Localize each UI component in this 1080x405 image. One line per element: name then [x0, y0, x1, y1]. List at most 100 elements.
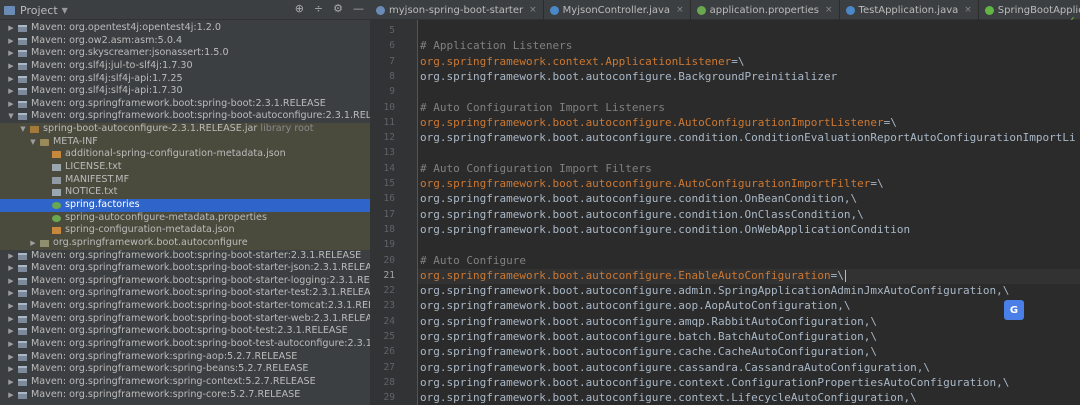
tree-item[interactable]: ▶ Maven: org.springframework.boot:spring-…: [0, 313, 370, 326]
editor-tab[interactable]: SpringBootApplication.class×: [979, 0, 1080, 20]
close-icon[interactable]: ×: [964, 5, 972, 15]
chevron-right-icon[interactable]: ▶: [7, 351, 15, 364]
close-icon[interactable]: ×: [825, 5, 833, 15]
tree-item[interactable]: ▶ Maven: org.slf4j:slf4j-api:1.7.30: [0, 85, 370, 98]
tree-item-label: Maven: org.springframework:spring-core:5…: [31, 388, 301, 400]
line-number: 6: [389, 40, 395, 52]
chevron-right-icon[interactable]: ▶: [7, 60, 15, 73]
chevron-right-icon[interactable]: ▶: [7, 250, 15, 263]
chevron-right-icon[interactable]: ▶: [7, 313, 15, 326]
lib-icon: [18, 50, 27, 58]
json-icon: [52, 227, 61, 235]
code-line: org.springframework.context.ApplicationL…: [420, 54, 745, 68]
chevron-right-icon[interactable]: ▶: [7, 73, 15, 86]
chevron-right-icon[interactable]: ▶: [29, 237, 37, 250]
chevron-right-icon[interactable]: ▶: [7, 275, 15, 288]
tree-item[interactable]: spring.factories: [0, 198, 370, 212]
code-line: org.springframework.boot.autoconfigure.c…: [420, 131, 1076, 145]
tree-item[interactable]: ▶ Maven: org.springframework:spring-core:…: [0, 389, 370, 402]
chevron-right-icon[interactable]: ▶: [7, 47, 15, 60]
code-line: org.springframework.boot.autoconfigure.A…: [420, 177, 884, 190]
tree-item[interactable]: ▶ Maven: org.springframework:spring-conte…: [0, 376, 370, 389]
editor-tab[interactable]: application.properties ×: [691, 0, 840, 20]
tree-item[interactable]: ▼ spring-boot-autoconfigure-2.3.1.RELEASE…: [0, 123, 370, 136]
project-panel-header[interactable]: Project ▼ ⊕ ÷ ⚙ —: [0, 0, 370, 20]
tree-item-label: Maven: org.springframework.boot:spring-b…: [31, 262, 370, 274]
chevron-right-icon[interactable]: ▶: [7, 338, 15, 351]
translate-icon[interactable]: G: [1004, 300, 1024, 320]
chevron-right-icon[interactable]: ▶: [7, 363, 15, 376]
tree-item[interactable]: ▶ Maven: org.springframework.boot:spring-…: [0, 287, 370, 300]
code-line: org.springframework.boot.autoconfigure.B…: [420, 69, 838, 83]
chevron-right-icon[interactable]: ▶: [7, 98, 15, 111]
tree-item[interactable]: ▶ Maven: org.springframework.boot:spring-…: [0, 250, 370, 263]
line-number: 21: [383, 269, 395, 281]
tree-item[interactable]: ▶ Maven: org.skyscreamer:jsonassert:1.5.0: [0, 47, 370, 60]
tree-item[interactable]: ▶ Maven: org.ow2.asm:asm:5.0.4: [0, 35, 370, 48]
close-icon[interactable]: ×: [676, 5, 684, 15]
lib-icon: [18, 75, 27, 83]
tree-item[interactable]: ▶ Maven: org.slf4j:slf4j-api:1.7.25: [0, 73, 370, 86]
tree-item[interactable]: LICENSE.txt: [0, 161, 370, 174]
project-tree[interactable]: ▶ Maven: org.opentest4j:opentest4j:1.2.0 ▶…: [0, 20, 370, 405]
tree-item[interactable]: ▶ Maven: org.springframework.boot:spring-…: [0, 262, 370, 275]
tree-item[interactable]: ▶ Maven: org.springframework:spring-aop:5…: [0, 351, 370, 364]
tree-item[interactable]: ▶ Maven: org.springframework.boot:spring-…: [0, 325, 370, 338]
chevron-right-icon[interactable]: ▶: [7, 85, 15, 98]
tree-item[interactable]: ▶ org.springframework.boot.autoconfigure: [0, 236, 370, 250]
chevron-right-icon[interactable]: ▶: [7, 287, 15, 300]
chevron-down-icon[interactable]: ▼: [19, 123, 27, 136]
chevron-down-icon[interactable]: ▼: [7, 110, 15, 123]
lib-icon: [18, 25, 27, 32]
lib-icon: [18, 391, 27, 399]
tree-item[interactable]: ▶ Maven: org.slf4j:jul-to-slf4j:1.7.30: [0, 60, 370, 73]
line-number: 26: [383, 346, 395, 358]
tree-item-label: Maven: org.opentest4j:opentest4j:1.2.0: [31, 22, 222, 33]
close-icon[interactable]: ×: [529, 5, 537, 15]
chevron-right-icon[interactable]: ▶: [7, 376, 15, 389]
project-toolbar: ⊕ ÷ ⚙ —: [295, 2, 364, 15]
file-type-icon: [984, 5, 994, 15]
gear-icon[interactable]: ⚙: [333, 2, 343, 15]
tree-item[interactable]: ▶ Maven: org.springframework.boot:spring-…: [0, 98, 370, 111]
code-line: org.springframework.boot.autoconfigure.a…: [420, 299, 851, 313]
tree-item[interactable]: spring-configuration-metadata.json: [0, 224, 370, 237]
chevron-right-icon[interactable]: ▶: [7, 22, 15, 35]
tree-item[interactable]: NOTICE.txt: [0, 186, 370, 199]
chevron-down-icon[interactable]: ▼: [62, 6, 68, 15]
tree-item-label: Maven: org.springframework:spring-beans:…: [31, 363, 309, 375]
chevron-right-icon[interactable]: ▶: [7, 35, 15, 48]
tree-item[interactable]: ▶ Maven: org.springframework.boot:spring-…: [0, 300, 370, 313]
collapse-icon[interactable]: ÷: [314, 2, 323, 15]
tree-item-label: additional-spring-configuration-metadata…: [65, 148, 286, 160]
editor-tab[interactable]: MyjsonController.java ×: [544, 0, 691, 20]
code-editor[interactable]: G # Application Listeners org.springframe…: [418, 20, 1080, 405]
target-icon[interactable]: ⊕: [295, 2, 304, 15]
tree-item[interactable]: MANIFEST.MF: [0, 173, 370, 187]
code-line: org.springframework.boot.autoconfigure.A…: [420, 115, 897, 129]
tree-item[interactable]: ▼ META-INF: [0, 135, 370, 149]
tree-item[interactable]: ▶ Maven: org.springframework.boot:spring-…: [0, 275, 370, 288]
chevron-right-icon[interactable]: ▶: [7, 325, 15, 338]
line-number: 7: [389, 55, 395, 67]
lib-icon: [18, 100, 27, 108]
chevron-down-icon[interactable]: ▼: [29, 136, 37, 149]
line-number: 20: [383, 254, 395, 266]
tree-item[interactable]: ▶ Maven: org.opentest4j:opentest4j:1.2.0: [0, 22, 370, 35]
tree-item[interactable]: ▶ Maven: org.springframework.boot:spring-…: [0, 338, 370, 351]
chevron-right-icon[interactable]: ▶: [7, 300, 15, 313]
tree-item[interactable]: spring-autoconfigure-metadata.properties: [0, 211, 370, 225]
line-number: 9: [389, 86, 395, 98]
chevron-right-icon[interactable]: ▶: [7, 262, 15, 275]
tree-item[interactable]: ▶ Maven: org.springframework:spring-beans…: [0, 363, 370, 376]
tree-item-label: Maven: org.springframework:spring-contex…: [31, 375, 316, 387]
tree-item-label: spring-autoconfigure-metadata.properties: [65, 211, 267, 223]
tree-item[interactable]: ▼ Maven: org.springframework.boot:spring-…: [0, 110, 370, 123]
text-caret: [844, 269, 846, 282]
minimize-icon[interactable]: —: [353, 2, 364, 15]
chevron-right-icon[interactable]: ▶: [7, 389, 15, 402]
editor-tab[interactable]: myjson-spring-boot-starter ×: [370, 0, 544, 20]
editor-tab[interactable]: TestApplication.java ×: [840, 0, 979, 20]
tree-item[interactable]: additional-spring-configuration-metadata…: [0, 148, 370, 162]
tree-item-label: META-INF: [53, 135, 98, 147]
